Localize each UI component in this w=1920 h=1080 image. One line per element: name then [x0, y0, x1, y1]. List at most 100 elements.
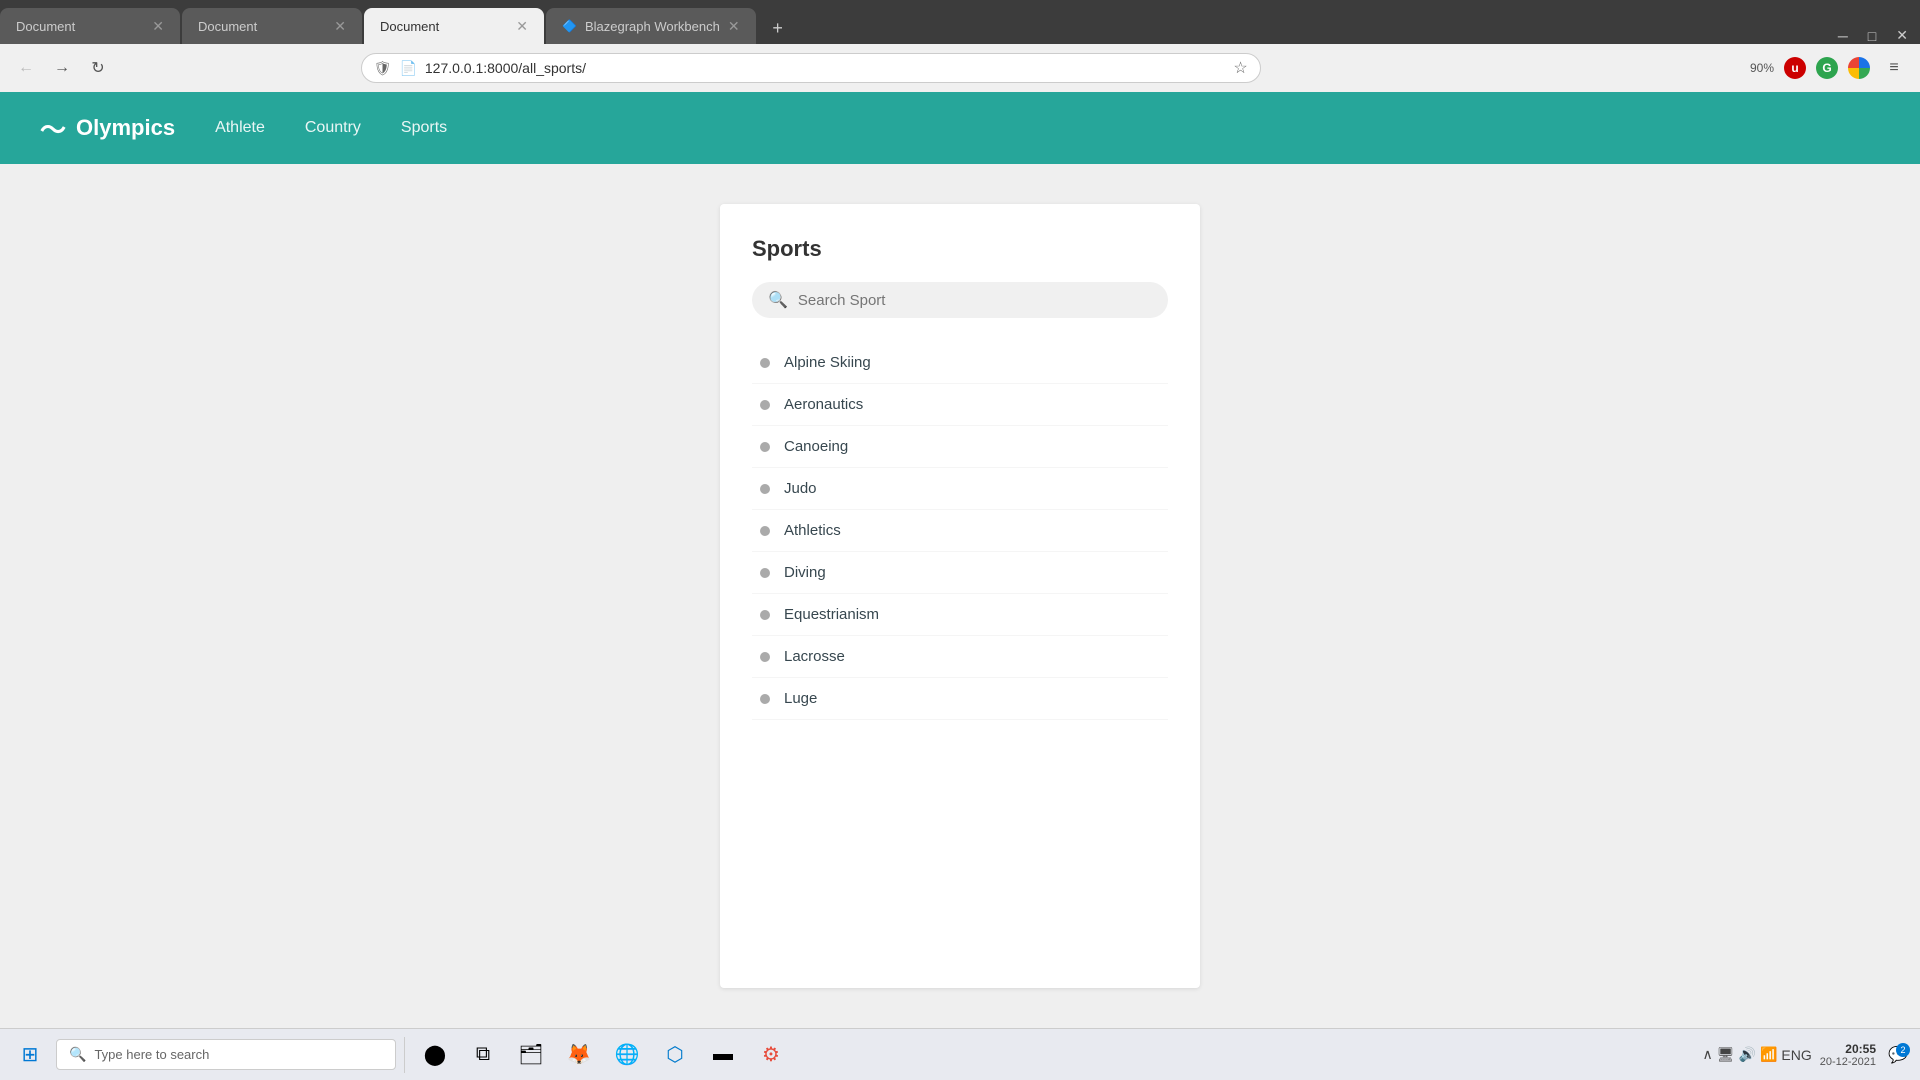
sport-name-8: Luge [784, 690, 817, 707]
menu-icon[interactable]: ≡ [1880, 54, 1908, 82]
logo-text: Olympics [76, 115, 175, 141]
sport-dot-0 [760, 358, 770, 368]
tab-3-close[interactable]: ✕ [516, 18, 528, 35]
sport-name-4: Athletics [784, 522, 841, 539]
taskbar-right: ∧ 🖥 🔊 📶 ENG 20:55 20-12-2021 💬 2 [1702, 1041, 1912, 1069]
tab-2-label: Document [198, 19, 257, 34]
maximize-button[interactable]: □ [1868, 28, 1876, 44]
volume-icon[interactable]: 🔊 [1739, 1046, 1756, 1063]
sport-name-1: Aeronautics [784, 396, 863, 413]
taskbar-date-display: 20-12-2021 [1820, 1056, 1876, 1068]
taskbar-time[interactable]: 20:55 20-12-2021 [1820, 1042, 1876, 1068]
tab-bar: Document ✕ Document ✕ Document ✕ 🔷 Blaze… [0, 0, 1920, 44]
nav-athlete[interactable]: Athlete [215, 119, 265, 137]
sport-item-4[interactable]: Athletics [752, 510, 1168, 552]
sport-dot-8 [760, 694, 770, 704]
taskbar-search-text: Type here to search [94, 1047, 209, 1062]
taskbar-task-view[interactable]: ⧉ [461, 1033, 505, 1077]
tab-2[interactable]: Document ✕ [182, 8, 362, 44]
address-box[interactable]: 🛡 📄 127.0.0.1:8000/all_sports/ ☆ [361, 53, 1261, 83]
address-bar-row: ← → ↻ 🛡 📄 127.0.0.1:8000/all_sports/ ☆ 9… [0, 44, 1920, 92]
sport-dot-4 [760, 526, 770, 536]
close-button[interactable]: ✕ [1896, 27, 1908, 44]
tab-2-close[interactable]: ✕ [334, 18, 346, 35]
windows-icon: ⊞ [22, 1042, 39, 1067]
search-box[interactable]: 🔍 [752, 282, 1168, 318]
main-content: Sports 🔍 Alpine Skiing Aeronautics Canoe… [0, 164, 1920, 1028]
sports-card: Sports 🔍 Alpine Skiing Aeronautics Canoe… [720, 204, 1200, 988]
nav-logo[interactable]: 〜 Olympics [40, 110, 175, 147]
cortana-icon: ⬤ [424, 1042, 446, 1067]
shield-icon: 🛡 [374, 60, 392, 77]
back-button[interactable]: ← [12, 54, 40, 82]
ext-globe-icon[interactable] [1848, 57, 1870, 79]
sport-item-1[interactable]: Aeronautics [752, 384, 1168, 426]
address-text[interactable]: 127.0.0.1:8000/all_sports/ [425, 60, 1225, 76]
sport-name-6: Equestrianism [784, 606, 879, 623]
sport-name-7: Lacrosse [784, 648, 845, 665]
lang-label: ENG [1781, 1047, 1811, 1063]
sys-icons: ∧ 🖥 🔊 📶 ENG [1702, 1046, 1811, 1063]
sport-item-2[interactable]: Canoeing [752, 426, 1168, 468]
sport-list: Alpine Skiing Aeronautics Canoeing Judo … [752, 342, 1168, 720]
taskbar-sep-1 [404, 1037, 405, 1073]
task-view-icon: ⧉ [476, 1043, 490, 1066]
tab-4[interactable]: 🔷 Blazegraph Workbench ✕ [546, 8, 756, 44]
display-icon[interactable]: 🖥 [1717, 1046, 1735, 1063]
window-controls: ─ □ ✕ [1826, 27, 1920, 44]
sport-item-6[interactable]: Equestrianism [752, 594, 1168, 636]
ext-ublock-icon[interactable]: u [1784, 57, 1806, 79]
vscode-icon: ⬡ [666, 1042, 683, 1067]
new-tab-button[interactable]: + [762, 12, 794, 44]
sport-name-0: Alpine Skiing [784, 354, 871, 371]
search-icon: 🔍 [768, 290, 788, 310]
firefox-icon: 🦊 [567, 1042, 592, 1067]
sport-item-7[interactable]: Lacrosse [752, 636, 1168, 678]
taskbar-app5[interactable]: ⚙ [749, 1033, 793, 1077]
taskbar-notification[interactable]: 💬 2 [1884, 1041, 1912, 1069]
page-icon: 📄 [399, 60, 416, 77]
taskbar-terminal[interactable]: ▬ [701, 1033, 745, 1077]
tab-4-close[interactable]: ✕ [728, 18, 740, 35]
tab-1-label: Document [16, 19, 75, 34]
sport-item-3[interactable]: Judo [752, 468, 1168, 510]
browser-chrome: Document ✕ Document ✕ Document ✕ 🔷 Blaze… [0, 0, 1920, 92]
notification-badge: 2 [1896, 1043, 1910, 1057]
reload-button[interactable]: ↻ [84, 54, 112, 82]
tab-3[interactable]: Document ✕ [364, 8, 544, 44]
toolbar-icons: 90% u G ≡ [1750, 54, 1908, 82]
sport-item-0[interactable]: Alpine Skiing [752, 342, 1168, 384]
taskbar-explorer[interactable]: 🗂 [509, 1033, 553, 1077]
explorer-icon: 🗂 [518, 1042, 543, 1067]
taskbar-chrome[interactable]: 🌐 [605, 1033, 649, 1077]
taskbar-time-display: 20:55 [1820, 1042, 1876, 1056]
wifi-icon[interactable]: 📶 [1760, 1046, 1777, 1063]
sport-dot-3 [760, 484, 770, 494]
forward-button[interactable]: → [48, 54, 76, 82]
taskbar-cortana[interactable]: ⬤ [413, 1033, 457, 1077]
taskbar-search-icon: 🔍 [69, 1046, 86, 1063]
ext-grammarly-icon[interactable]: G [1816, 57, 1838, 79]
search-input[interactable] [798, 292, 1152, 309]
sport-name-2: Canoeing [784, 438, 848, 455]
minimize-button[interactable]: ─ [1838, 28, 1848, 44]
sport-dot-6 [760, 610, 770, 620]
nav-sports[interactable]: Sports [401, 119, 447, 137]
sport-dot-7 [760, 652, 770, 662]
taskbar: ⊞ 🔍 Type here to search ⬤ ⧉ 🗂 🦊 🌐 ⬡ ▬ ⚙ … [0, 1028, 1920, 1080]
bookmark-icon[interactable]: ☆ [1233, 58, 1247, 78]
start-button[interactable]: ⊞ [8, 1033, 52, 1077]
terminal-icon: ▬ [713, 1043, 733, 1066]
taskbar-search[interactable]: 🔍 Type here to search [56, 1039, 396, 1070]
nav-country[interactable]: Country [305, 119, 361, 137]
taskbar-firefox[interactable]: 🦊 [557, 1033, 601, 1077]
tab-1-close[interactable]: ✕ [152, 18, 164, 35]
page-title: Sports [752, 236, 1168, 262]
sport-dot-5 [760, 568, 770, 578]
tab-1[interactable]: Document ✕ [0, 8, 180, 44]
taskbar-vscode[interactable]: ⬡ [653, 1033, 697, 1077]
sport-dot-2 [760, 442, 770, 452]
sport-item-5[interactable]: Diving [752, 552, 1168, 594]
chevron-up-icon[interactable]: ∧ [1702, 1046, 1712, 1063]
sport-item-8[interactable]: Luge [752, 678, 1168, 720]
